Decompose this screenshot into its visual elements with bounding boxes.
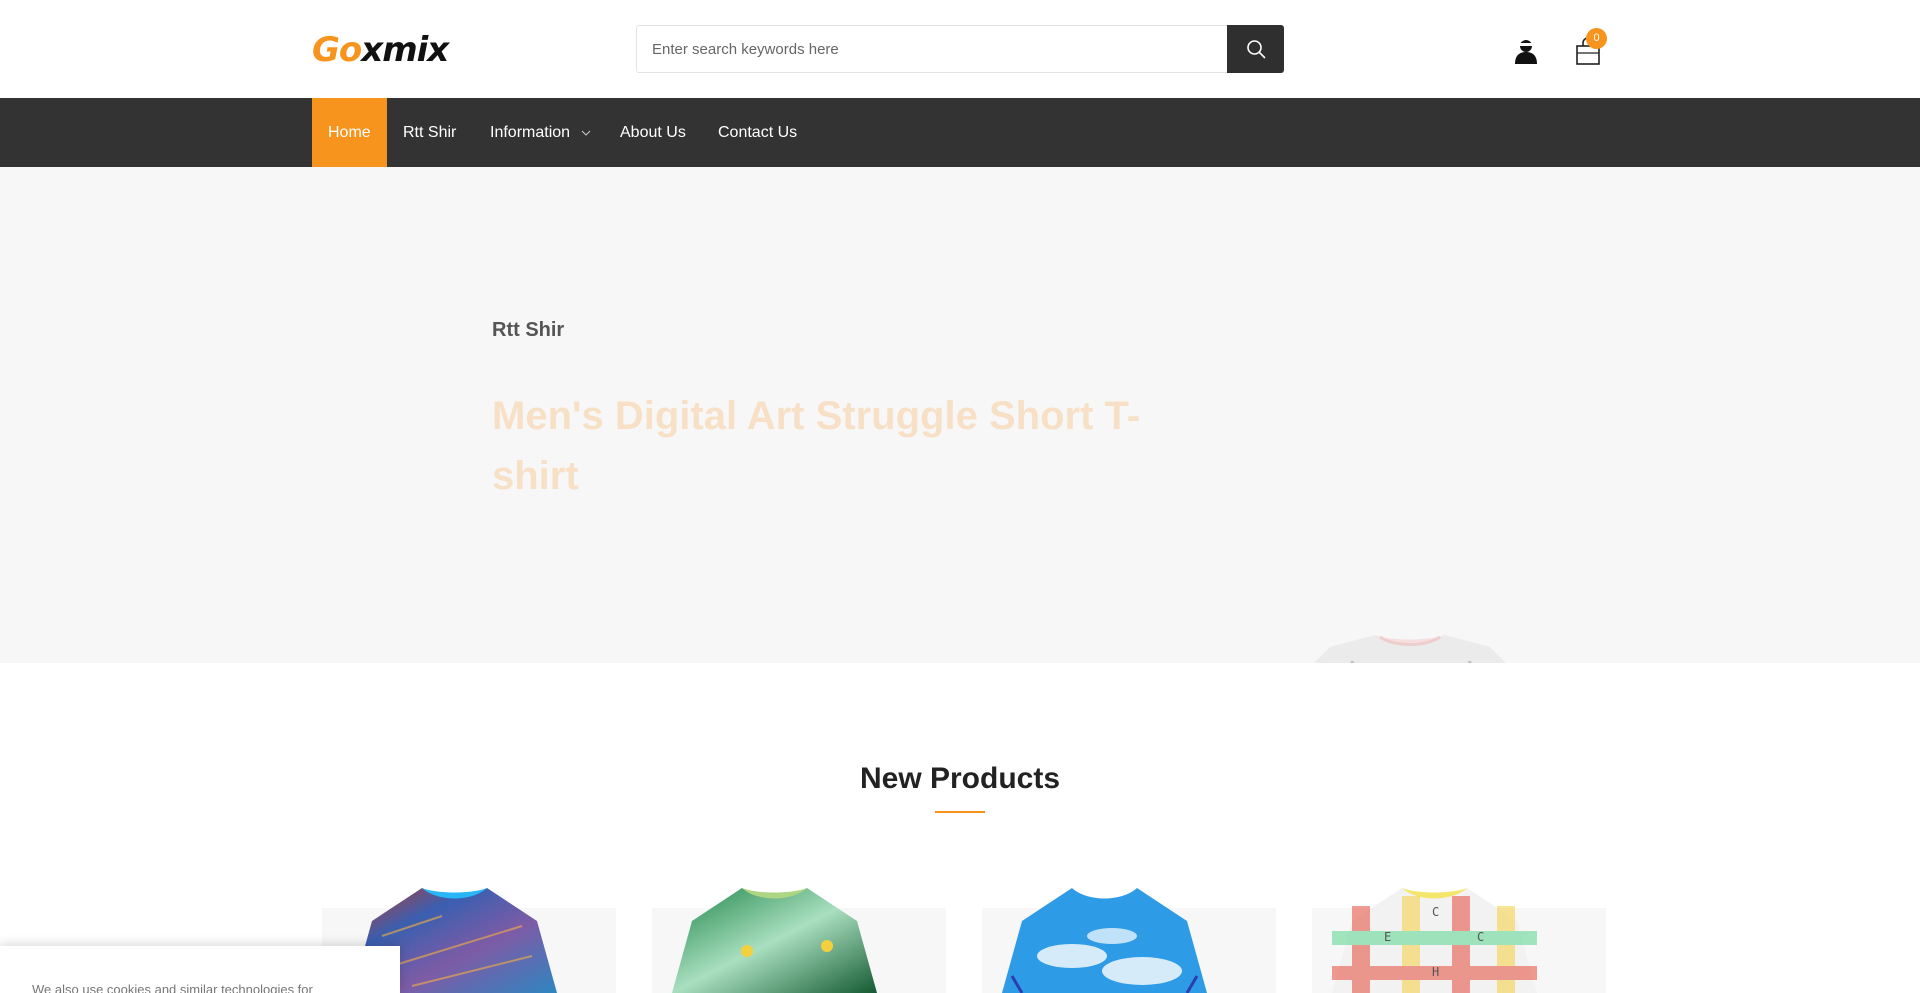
product-card[interactable] (982, 876, 1276, 993)
user-icon[interactable] (1512, 37, 1540, 65)
site-header: Goxmix 0 (0, 0, 1920, 98)
nav-item-home[interactable]: Home (312, 98, 387, 167)
nav-item-contact-us[interactable]: Contact Us (718, 98, 797, 167)
product-card[interactable]: E C C H (1312, 876, 1606, 993)
site-logo[interactable]: Goxmix (312, 30, 449, 70)
svg-text:E: E (1384, 930, 1391, 944)
title-underline (935, 811, 985, 813)
cookie-consent-banner: We also use cookies and similar technolo… (0, 946, 400, 993)
cart-count-badge: 0 (1586, 28, 1607, 49)
nav-item-about-us[interactable]: About Us (620, 98, 686, 167)
search-bar (636, 25, 1284, 73)
hero-subtitle: Rtt Shir (492, 319, 565, 341)
chevron-down-icon (581, 130, 590, 136)
main-navigation: Home Rtt Shir Information About Us Conta… (0, 98, 1920, 167)
product-image (652, 888, 946, 993)
search-icon (1246, 40, 1265, 59)
hero-title[interactable]: Men's Digital Art Struggle Short T-shirt (492, 386, 1172, 506)
svg-text:H: H (1432, 965, 1439, 979)
hero-tshirt-image (1314, 635, 1506, 663)
logo-text-xmix: xmix (361, 30, 449, 70)
search-button[interactable] (1227, 25, 1284, 73)
svg-text:C: C (1432, 905, 1439, 919)
nav-item-information-label: Information (490, 124, 571, 141)
search-input[interactable] (637, 26, 1227, 72)
nav-item-information[interactable]: Information (490, 98, 591, 167)
product-image: E C C H (1312, 888, 1606, 993)
product-image (982, 888, 1276, 993)
product-card[interactable] (652, 876, 946, 993)
hero-slider: Rtt Shir Men's Digital Art Struggle Shor… (0, 167, 1920, 663)
section-title-new-products: New Products (859, 762, 1061, 795)
logo-text-go: Go (312, 30, 362, 70)
cookie-message: We also use cookies and similar technolo… (32, 982, 313, 993)
svg-text:C: C (1477, 930, 1484, 944)
nav-item-rtt-shir[interactable]: Rtt Shir (403, 98, 456, 167)
